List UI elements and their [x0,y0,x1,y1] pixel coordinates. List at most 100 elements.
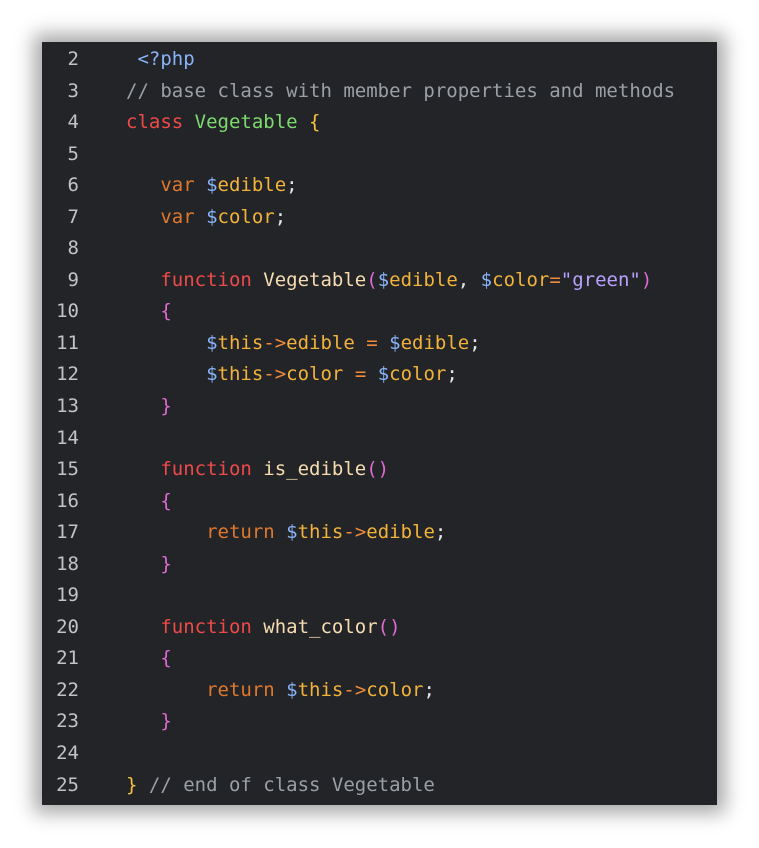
code-line[interactable]: 20 function what_color() [42,612,717,644]
code-token: color [217,205,275,228]
code-token: { [126,300,172,323]
line-number: 19 [56,584,79,607]
code-text: function is_edible() [126,454,389,486]
code-line[interactable]: 4 class Vegetable { [42,107,717,139]
line-number: 22 [56,678,79,701]
code-line[interactable]: 11 $this->edible = $edible; [42,328,717,360]
code-token: // end of class Vegetable [148,773,435,796]
code-token: $ [206,174,218,197]
code-token: // base class with member properties and… [126,79,676,102]
code-token: } [126,552,172,575]
code-token: ; [446,363,458,386]
code-line[interactable]: 12 $this->color = $color; [42,359,717,391]
code-token: ; [286,174,298,197]
code-token: this [297,678,344,701]
code-line[interactable]: 3 // base class with member properties an… [42,76,717,108]
code-token: this [217,331,264,354]
code-line[interactable]: 25} // end of class Vegetable [42,770,717,802]
code-line[interactable]: 18 } [42,549,717,581]
code-line[interactable]: 14 [42,423,717,455]
code-line[interactable]: 17 return $this->edible; [42,517,717,549]
code-line[interactable]: 16 { [42,486,717,518]
code-text: return $this->color; [126,675,435,707]
line-number: 4 [67,111,79,134]
code-line[interactable]: 24 [42,738,717,770]
code-token: { [126,647,172,670]
code-token: -> [263,363,287,386]
line-number: 15 [56,458,79,481]
code-token: $ [286,678,298,701]
line-number: 9 [67,268,79,291]
code-token: $ [377,363,390,386]
code-line[interactable]: 21 { [42,643,717,675]
code-block[interactable]: 2 <?php 3 // base class with member proper… [42,44,717,801]
code-token: edible [286,331,367,354]
code-token: = [354,363,378,386]
line-number: 25 [56,773,79,796]
code-line[interactable]: 8 [42,233,717,265]
code-token: what_color [263,615,378,638]
code-token: , [457,268,481,291]
code-line[interactable]: 9 function Vegetable($edible, $color="gr… [42,265,717,297]
code-token: { [126,489,172,512]
code-token: ; [434,521,447,544]
code-line[interactable]: 10 { [42,296,717,328]
line-number: 14 [56,426,79,449]
code-token: { [309,111,321,134]
code-token: -> [343,678,367,701]
code-token: $ [389,331,401,354]
line-number: 16 [56,489,79,512]
code-token: Vegetable [194,111,310,134]
code-token: $ [126,363,218,386]
code-token: ( [366,268,378,291]
line-number: 7 [67,205,79,228]
code-token: edible [217,174,287,197]
line-number: 20 [56,615,79,638]
code-text: function what_color() [126,612,401,644]
code-token: edible [400,331,470,354]
code-token: $ [286,521,298,544]
code-line[interactable]: 2 <?php [42,44,717,76]
code-line[interactable]: 15 function is_edible() [42,454,717,486]
code-token: -> [263,331,287,354]
code-line[interactable]: 13 } [42,391,717,423]
line-number: 18 [56,552,79,575]
line-number: 11 [56,331,79,354]
code-line[interactable]: 23 } [42,706,717,738]
code-line[interactable]: 5 [42,139,717,171]
code-token: } [126,395,172,418]
code-text: <?php [126,44,195,76]
code-token: return [126,678,287,701]
line-number: 17 [56,521,79,544]
code-token: var [126,205,207,228]
code-line[interactable]: 22 return $this->color; [42,675,717,707]
code-text: function Vegetable($edible, $color="gree… [126,265,652,297]
code-token: ) [640,268,653,291]
code-text: return $this->edible; [126,517,446,549]
code-text: { [126,486,172,518]
code-token: () [366,458,390,481]
code-token: <?php [126,48,195,70]
code-text: class Vegetable { [126,107,320,139]
line-number: 24 [56,742,79,765]
code-text: } [126,391,172,423]
code-line[interactable]: 7 var $color; [42,202,717,234]
code-token: ; [423,678,435,701]
code-line[interactable]: 19 [42,580,717,612]
code-editor-panel: 2 <?php 3 // base class with member proper… [42,42,717,805]
line-number: 6 [67,174,79,197]
code-token: return [126,521,287,544]
code-token: class [126,111,195,134]
code-token: function [126,268,264,291]
code-line[interactable]: 6 var $edible; [42,170,717,202]
code-token: color [492,268,550,291]
code-token: $ [206,205,218,228]
code-token: $ [377,268,390,291]
line-number: 8 [67,237,79,260]
code-token: is_edible [263,458,367,481]
code-token: = [366,331,390,354]
code-token: ; [469,331,481,354]
line-number: 10 [56,300,79,323]
code-token: () [377,615,401,638]
code-token: function [126,615,264,638]
